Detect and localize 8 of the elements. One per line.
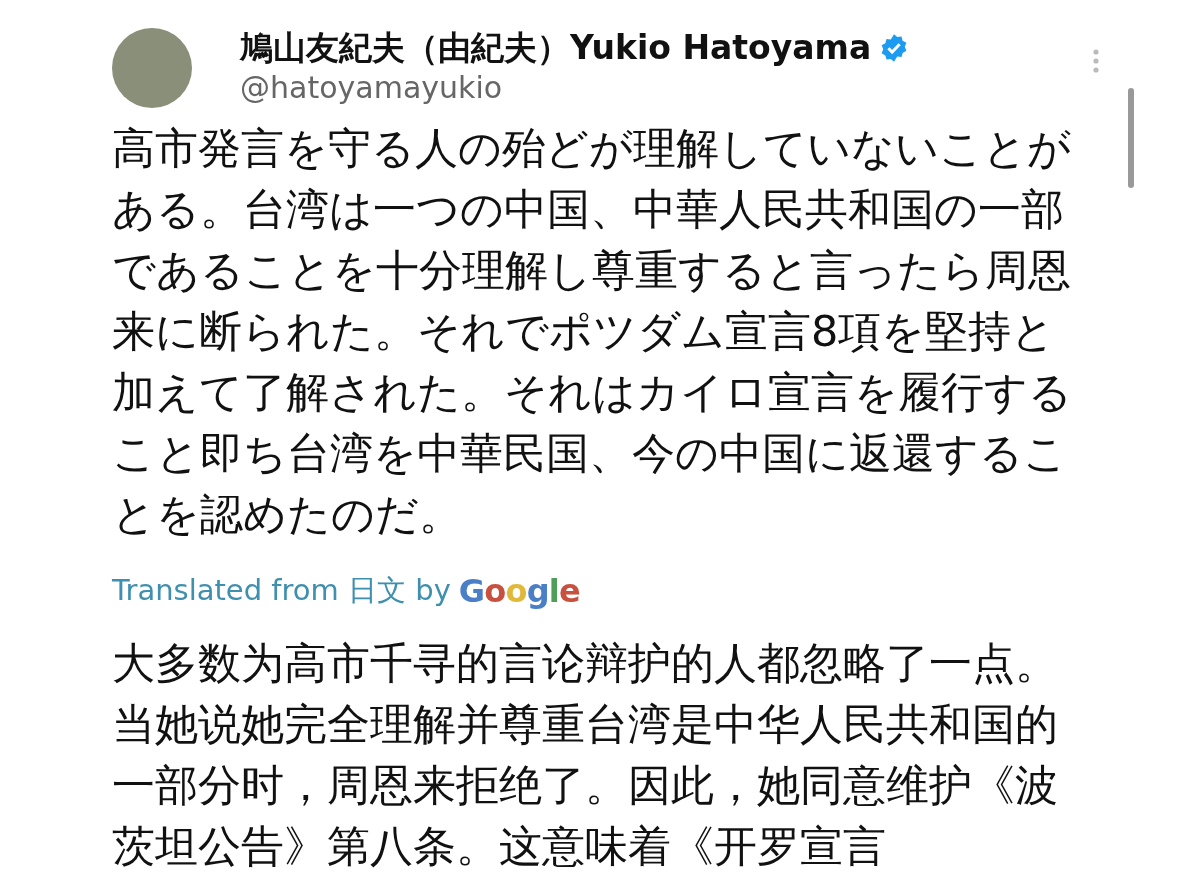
author-name[interactable]: 鳩山友紀夫（由紀夫）Yukio Hatoyama bbox=[240, 28, 872, 68]
author-handle[interactable]: @hatoyamayukio bbox=[240, 68, 910, 108]
translation-note: Translated from 日文 by bbox=[112, 572, 451, 610]
post-text: 高市発言を守る人の殆どが理解していないことがある。台湾は一つの中国、中華人民共和国の一部であることを十分理解し尊重すると言ったら周恩来に断られた。それでポツダム宣言8項を堅持と加えて了解された。それはカイロ宣言を履行すること即ち台湾を中華民国、今の中国に返還することを認めたのだ。 bbox=[112, 122, 1073, 541]
translated-text: 大多数为高市千寻的言论辩护的人都忽略了一点。当她说她完全理解并尊重台湾是中华人民共和国的一部分时，周恩来拒绝了。因此，她同意维护《波茨坦公告》第八条。这意味着《开罗宣言 bbox=[112, 637, 1059, 873]
scrollbar-thumb[interactable] bbox=[1128, 88, 1134, 188]
google-logo: Google bbox=[458, 571, 580, 612]
more-options-icon[interactable] bbox=[1091, 48, 1101, 74]
